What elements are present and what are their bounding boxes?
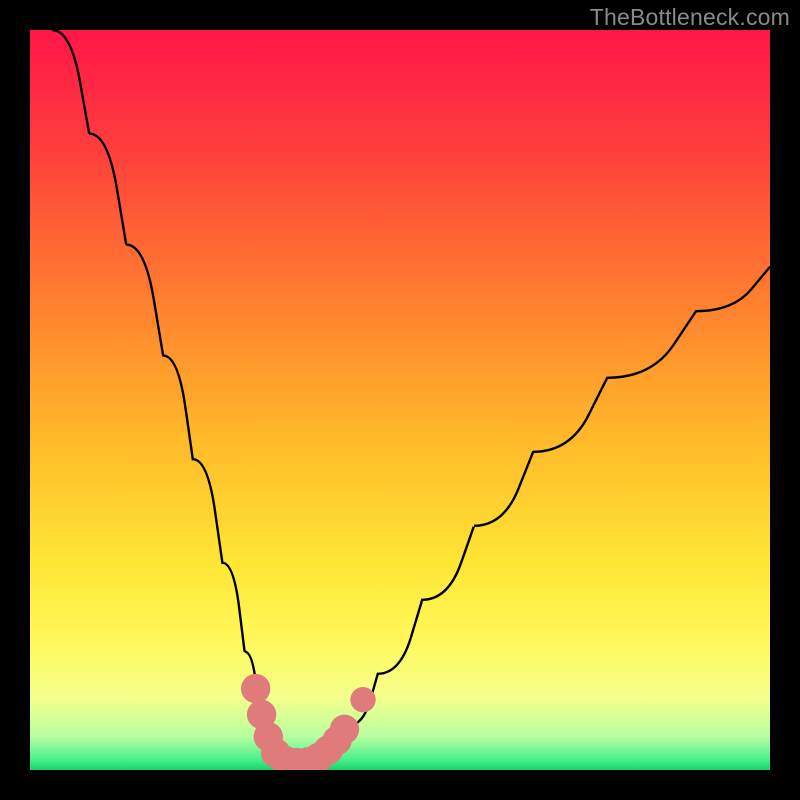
- data-markers: [241, 674, 376, 770]
- watermark-text: TheBottleneck.com: [590, 4, 790, 31]
- data-marker: [350, 687, 375, 712]
- bottleneck-curve: [52, 30, 770, 763]
- chart-curves: [30, 30, 770, 770]
- data-marker: [241, 674, 270, 703]
- plot-area: [30, 30, 770, 770]
- data-marker: [330, 715, 359, 744]
- chart-frame: TheBottleneck.com: [0, 0, 800, 800]
